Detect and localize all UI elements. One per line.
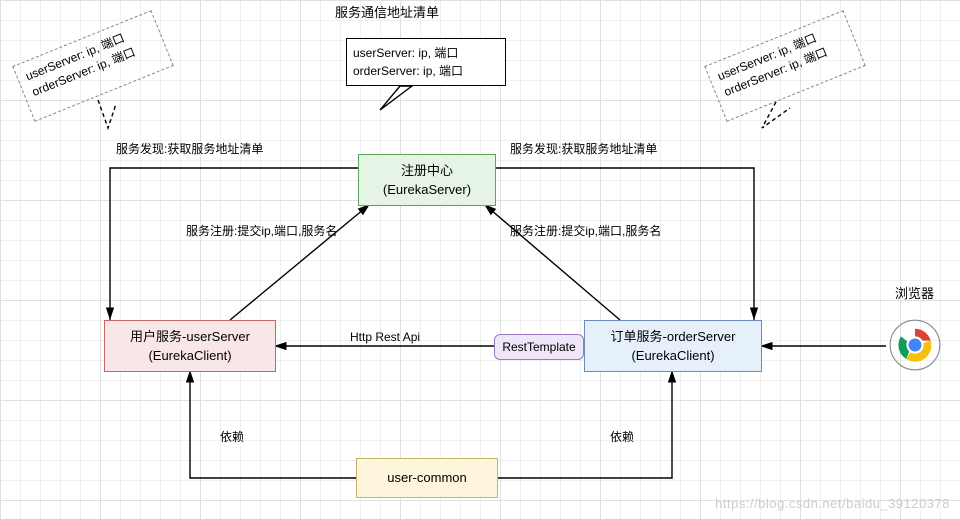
diagram-title: 服务通信地址清单 (335, 2, 439, 21)
label-depend-left: 依赖 (220, 428, 244, 445)
label-discover-right: 服务发现:获取服务地址清单 (510, 140, 657, 157)
label-register-left: 服务注册:提交ip,端口,服务名 (186, 222, 337, 239)
registry-box: 注册中心 (EurekaServer) (358, 154, 496, 206)
order-server-box: 订单服务-orderServer (EurekaClient) (584, 320, 762, 372)
speech-line2: orderServer: ip, 端口 (353, 62, 499, 80)
note-right: userServer: ip, 端口 orderServer: ip, 端口 (704, 10, 866, 122)
label-http-api: Http Rest Api (350, 330, 420, 344)
user-server-box: 用户服务-userServer (EurekaClient) (104, 320, 276, 372)
user-common-text: user-common (387, 468, 466, 488)
user-common-box: user-common (356, 458, 498, 498)
rest-template-text: RestTemplate (502, 338, 575, 356)
diagram-canvas: 服务通信地址清单 userServer: ip, 端口 orderServer:… (0, 0, 960, 519)
speech-line1: userServer: ip, 端口 (353, 44, 499, 62)
watermark: https://blog.csdn.net/baidu_39120378 (715, 496, 950, 511)
registry-line2: (EurekaServer) (383, 180, 471, 200)
label-discover-left: 服务发现:获取服务地址清单 (116, 140, 263, 157)
browser-label: 浏览器 (895, 283, 934, 302)
label-register-right: 服务注册:提交ip,端口,服务名 (510, 222, 661, 239)
order-server-line1: 订单服务-orderServer (611, 327, 736, 347)
registry-line1: 注册中心 (401, 161, 453, 181)
chrome-icon (888, 318, 942, 372)
rest-template-box: RestTemplate (494, 334, 584, 360)
order-server-line2: (EurekaClient) (631, 346, 714, 366)
label-depend-right: 依赖 (610, 428, 634, 445)
user-server-line2: (EurekaClient) (148, 346, 231, 366)
speech-bubble: userServer: ip, 端口 orderServer: ip, 端口 (346, 38, 506, 86)
note-left: userServer: ip, 端口 orderServer: ip, 端口 (12, 10, 174, 122)
user-server-line1: 用户服务-userServer (130, 327, 250, 347)
